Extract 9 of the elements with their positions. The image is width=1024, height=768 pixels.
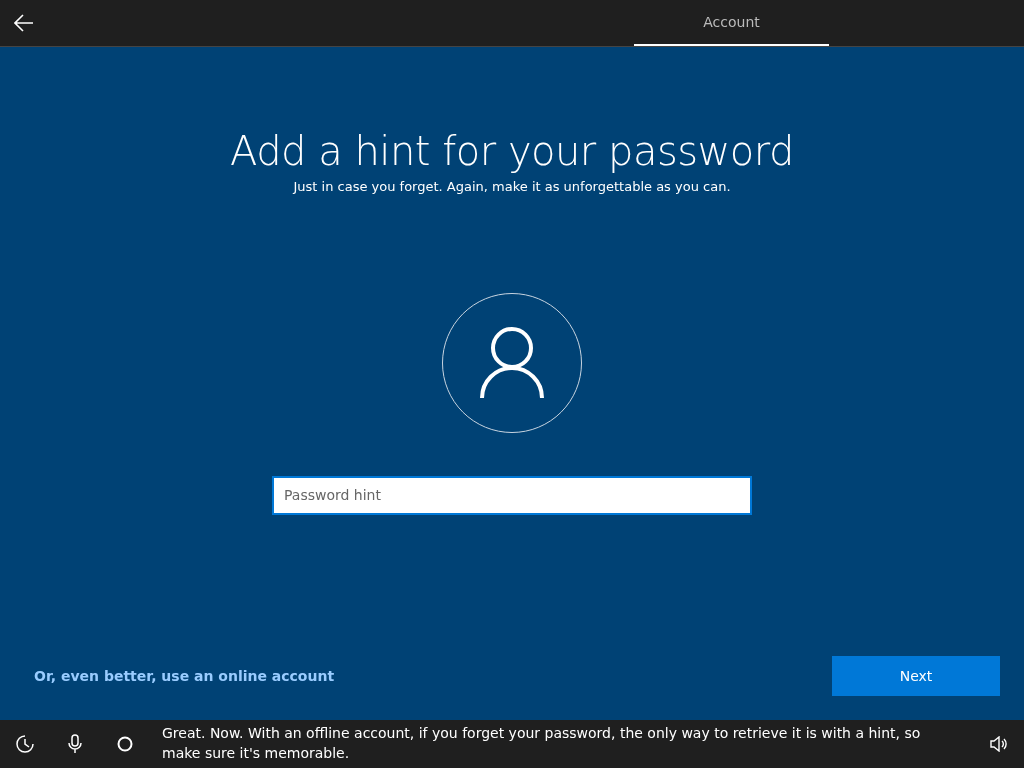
- back-arrow-icon: [13, 14, 34, 32]
- subtitle: Just in case you forget. Again, make it as unforgettable as you can.: [293, 178, 731, 196]
- account-tab[interactable]: Account: [634, 0, 829, 46]
- page-title: Add a hint for your password: [230, 127, 794, 175]
- assistant-caption: Great. Now. With an offline account, if you forget your password, the only way to retrieve it is with a hint, so make sure it's memorable.: [162, 724, 922, 763]
- password-hint-field[interactable]: Password hint: [272, 475, 752, 515]
- online-account-link[interactable]: Or, even better, use an online account: [34, 665, 335, 687]
- user-silhouette-icon: [479, 325, 545, 400]
- next-button[interactable]: Next: [832, 656, 1000, 696]
